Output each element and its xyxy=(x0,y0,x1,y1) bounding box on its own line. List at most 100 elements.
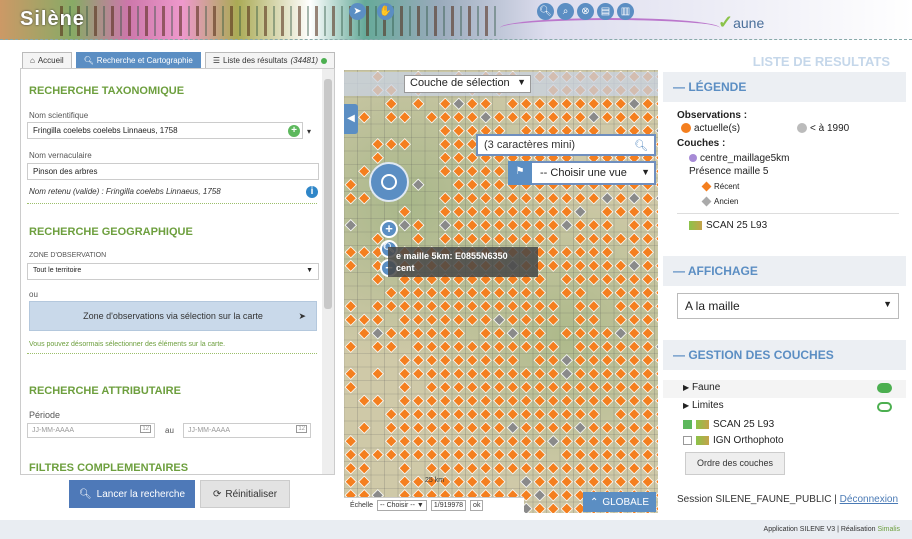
recent-observation-cell[interactable] xyxy=(655,139,658,150)
recent-observation-cell[interactable] xyxy=(547,408,560,421)
recent-observation-cell[interactable] xyxy=(560,381,573,394)
recent-observation-cell[interactable] xyxy=(385,97,398,110)
recent-observation-cell[interactable] xyxy=(344,448,357,461)
recent-observation-cell[interactable] xyxy=(493,327,506,340)
recent-observation-cell[interactable] xyxy=(533,340,546,353)
recent-observation-cell[interactable] xyxy=(533,205,546,218)
old-observation-cell[interactable] xyxy=(655,125,658,136)
recent-observation-cell[interactable] xyxy=(655,463,658,474)
recent-observation-cell[interactable] xyxy=(641,354,654,367)
recent-observation-cell[interactable] xyxy=(506,205,519,218)
recent-observation-cell[interactable] xyxy=(439,97,452,110)
recent-observation-cell[interactable] xyxy=(628,381,641,394)
recent-observation-cell[interactable] xyxy=(344,300,357,313)
recent-observation-cell[interactable] xyxy=(614,354,627,367)
recent-observation-cell[interactable] xyxy=(371,273,384,286)
layer-group-faune[interactable]: ▶ Faune xyxy=(663,380,906,398)
recent-observation-cell[interactable] xyxy=(641,232,654,245)
recent-observation-cell[interactable] xyxy=(452,178,465,191)
recent-observation-cell[interactable] xyxy=(493,286,506,299)
recent-observation-cell[interactable] xyxy=(587,367,600,380)
recent-observation-cell[interactable] xyxy=(641,205,654,218)
reset-button[interactable]: ⟳ Réinitialiser xyxy=(200,480,290,508)
old-observation-cell[interactable] xyxy=(560,367,573,380)
recent-observation-cell[interactable] xyxy=(574,273,587,286)
recent-observation-cell[interactable] xyxy=(574,340,587,353)
recent-observation-cell[interactable] xyxy=(466,340,479,353)
recent-observation-cell[interactable] xyxy=(506,367,519,380)
recent-observation-cell[interactable] xyxy=(479,192,492,205)
layer-ortho[interactable]: IGN Orthophoto xyxy=(683,435,784,446)
recent-observation-cell[interactable] xyxy=(479,286,492,299)
recent-observation-cell[interactable] xyxy=(587,408,600,421)
recent-observation-cell[interactable] xyxy=(412,421,425,434)
recent-observation-cell[interactable] xyxy=(641,448,654,461)
recent-observation-cell[interactable] xyxy=(452,124,465,137)
recent-observation-cell[interactable] xyxy=(574,394,587,407)
recent-observation-cell[interactable] xyxy=(614,408,627,421)
scale-ok-button[interactable]: ok xyxy=(470,500,484,511)
recent-observation-cell[interactable] xyxy=(533,462,546,475)
recent-observation-cell[interactable] xyxy=(398,300,411,313)
recent-observation-cell[interactable] xyxy=(641,273,654,286)
recent-observation-cell[interactable] xyxy=(479,165,492,178)
recent-observation-cell[interactable] xyxy=(466,381,479,394)
recent-observation-cell[interactable] xyxy=(533,192,546,205)
recent-observation-cell[interactable] xyxy=(466,205,479,218)
recent-observation-cell[interactable] xyxy=(425,448,438,461)
recent-observation-cell[interactable] xyxy=(479,421,492,434)
old-observation-cell[interactable] xyxy=(479,111,492,124)
tab-accueil[interactable]: ⌂ Accueil xyxy=(22,52,72,68)
recent-observation-cell[interactable] xyxy=(601,219,614,232)
recent-observation-cell[interactable] xyxy=(412,354,425,367)
scrollbar-thumb[interactable] xyxy=(324,79,332,309)
recent-observation-cell[interactable] xyxy=(466,367,479,380)
recent-observation-cell[interactable] xyxy=(533,300,546,313)
recent-observation-cell[interactable] xyxy=(412,232,425,245)
recent-observation-cell[interactable] xyxy=(439,435,452,448)
recent-observation-cell[interactable] xyxy=(587,475,600,488)
recent-observation-cell[interactable] xyxy=(655,179,658,190)
recent-observation-cell[interactable] xyxy=(601,259,614,272)
recent-observation-cell[interactable] xyxy=(547,462,560,475)
info-icon[interactable]: i xyxy=(306,186,318,198)
recent-observation-cell[interactable] xyxy=(479,327,492,340)
recent-observation-cell[interactable] xyxy=(641,367,654,380)
recent-observation-cell[interactable] xyxy=(560,273,573,286)
recent-observation-cell[interactable] xyxy=(452,435,465,448)
recent-observation-cell[interactable] xyxy=(425,408,438,421)
zoom-icon[interactable]: 🔍︎ xyxy=(537,3,554,20)
recent-observation-cell[interactable] xyxy=(452,408,465,421)
recent-observation-cell[interactable] xyxy=(520,394,533,407)
recent-observation-cell[interactable] xyxy=(574,313,587,326)
zoom-box-icon[interactable]: ⌕ xyxy=(557,3,574,20)
recent-observation-cell[interactable] xyxy=(547,300,560,313)
recent-observation-cell[interactable] xyxy=(547,340,560,353)
recent-observation-cell[interactable] xyxy=(641,327,654,340)
recent-observation-cell[interactable] xyxy=(398,367,411,380)
recent-observation-cell[interactable] xyxy=(560,286,573,299)
recent-observation-cell[interactable] xyxy=(493,448,506,461)
recent-observation-cell[interactable] xyxy=(425,435,438,448)
recent-observation-cell[interactable] xyxy=(506,354,519,367)
recent-observation-cell[interactable] xyxy=(560,502,573,513)
recent-observation-cell[interactable] xyxy=(493,462,506,475)
recent-observation-cell[interactable] xyxy=(493,475,506,488)
recent-observation-cell[interactable] xyxy=(344,381,357,394)
recent-observation-cell[interactable] xyxy=(641,300,654,313)
recent-observation-cell[interactable] xyxy=(628,475,641,488)
recent-observation-cell[interactable] xyxy=(655,301,658,312)
recent-observation-cell[interactable] xyxy=(412,367,425,380)
recent-observation-cell[interactable] xyxy=(425,327,438,340)
recent-observation-cell[interactable] xyxy=(574,475,587,488)
recent-observation-cell[interactable] xyxy=(628,273,641,286)
recent-observation-cell[interactable] xyxy=(655,112,658,123)
recent-observation-cell[interactable] xyxy=(452,448,465,461)
recent-observation-cell[interactable] xyxy=(601,448,614,461)
recent-observation-cell[interactable] xyxy=(601,286,614,299)
recent-observation-cell[interactable] xyxy=(452,111,465,124)
recent-observation-cell[interactable] xyxy=(466,219,479,232)
recent-observation-cell[interactable] xyxy=(628,327,641,340)
recent-observation-cell[interactable] xyxy=(466,178,479,191)
recent-observation-cell[interactable] xyxy=(533,381,546,394)
